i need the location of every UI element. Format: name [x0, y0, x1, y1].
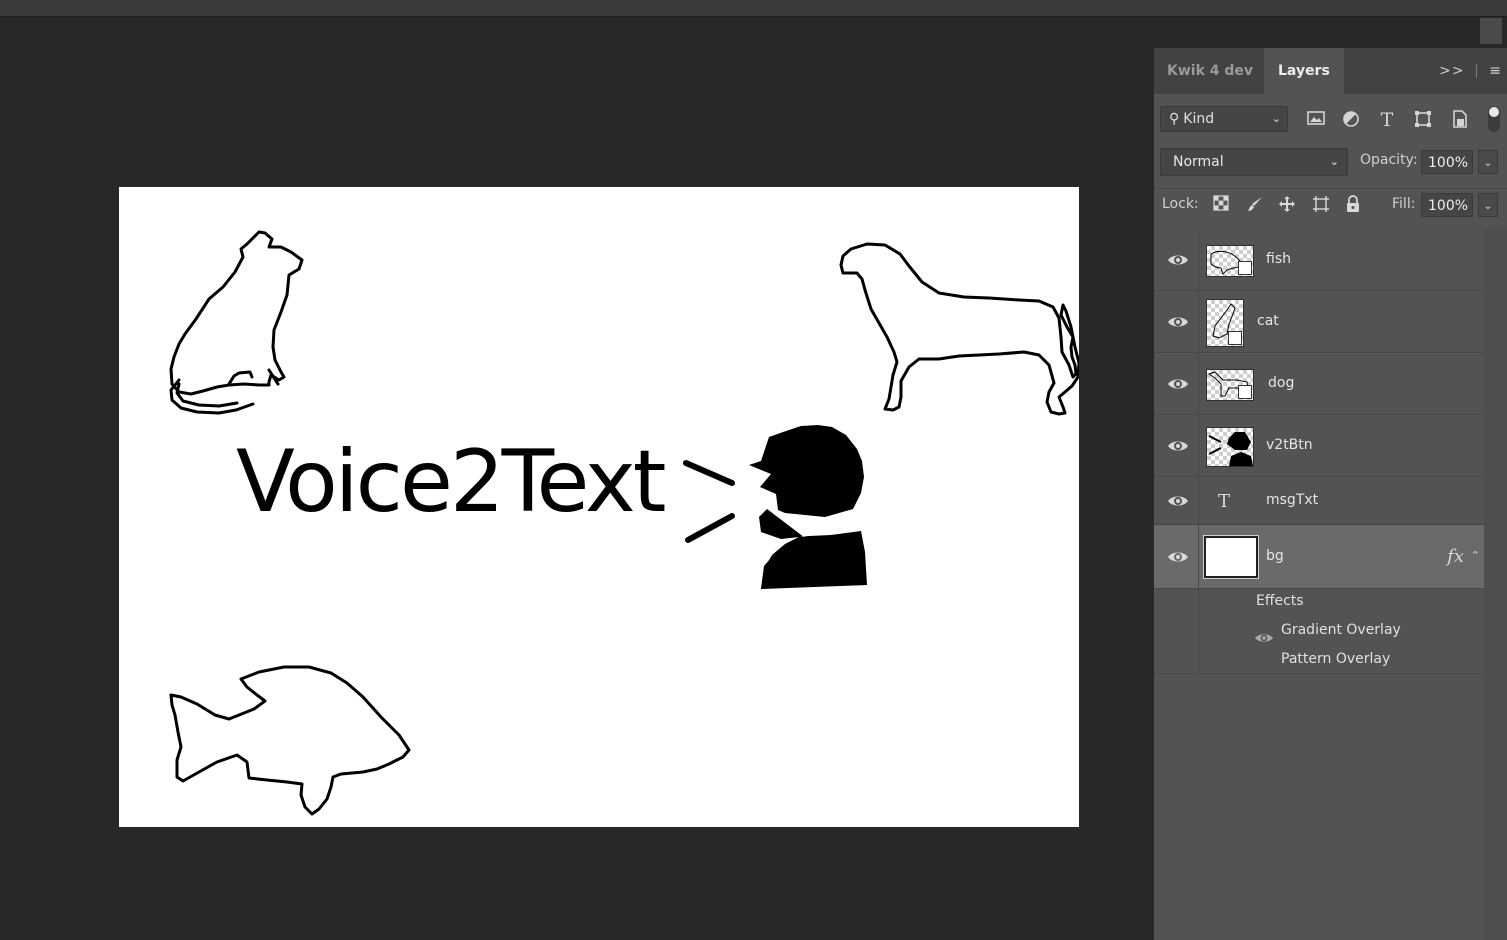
- dog-layer-thumbnail[interactable]: [1206, 368, 1254, 401]
- layer-filter-row: ⚲ Kind ⌄ T: [1154, 98, 1507, 140]
- tab-layers[interactable]: Layers: [1264, 48, 1344, 94]
- chevron-up-icon[interactable]: ⌃: [1471, 549, 1480, 562]
- lock-all-icon[interactable]: [1343, 195, 1363, 215]
- cat-shape: [169, 230, 304, 415]
- visibility-cell: [1154, 353, 1199, 414]
- smart-object-badge-icon: [1238, 384, 1252, 399]
- effect-pattern-overlay[interactable]: Pattern Overlay: [1281, 651, 1390, 667]
- layer-row-dog[interactable]: dog: [1154, 353, 1484, 415]
- shape-filter-icon[interactable]: [1413, 110, 1433, 130]
- visibility-cell: [1154, 525, 1199, 588]
- layer-row-fish[interactable]: fish: [1154, 229, 1484, 291]
- kind-filter-dropdown[interactable]: ⚲ Kind ⌄: [1160, 106, 1288, 132]
- layer-effects-group: Effects Gradient Overlay Pattern Overlay: [1154, 589, 1484, 674]
- filter-toggle[interactable]: [1488, 106, 1500, 132]
- header-divider: |: [1474, 63, 1480, 79]
- tab-kwik-4-dev[interactable]: Kwik 4 dev: [1154, 48, 1266, 94]
- type-filter-icon[interactable]: T: [1377, 110, 1397, 130]
- fx-icon[interactable]: fx: [1447, 546, 1464, 567]
- chevron-down-icon: ⌄: [1329, 155, 1339, 168]
- voice2text-headline: Voice2Text: [236, 432, 667, 532]
- smart-object-badge-icon: [1228, 330, 1242, 345]
- opacity-label: Opacity:: [1360, 152, 1418, 168]
- fish-shape: [169, 665, 411, 816]
- image-filter-icon[interactable]: [1306, 110, 1326, 130]
- effect-eye-icon[interactable]: [1254, 631, 1274, 645]
- layer-row-bg[interactable]: bg fx ⌃: [1154, 525, 1484, 589]
- opacity-chevron-icon[interactable]: ⌄: [1478, 150, 1498, 174]
- visibility-cell: [1154, 477, 1199, 524]
- layers-panel-scrollbar[interactable]: [1484, 229, 1507, 940]
- cat-layer-thumbnail[interactable]: [1206, 298, 1244, 347]
- text-layer-icon: T: [1218, 490, 1231, 512]
- kind-filter-label: Kind: [1183, 111, 1215, 127]
- lock-image-pixels-icon[interactable]: [1245, 195, 1265, 215]
- layer-name[interactable]: dog: [1268, 375, 1294, 391]
- fill-input[interactable]: 100%: [1421, 193, 1473, 217]
- layer-name[interactable]: bg: [1266, 548, 1284, 564]
- chevron-down-icon: ⌄: [1271, 112, 1281, 125]
- fish-layer-thumbnail[interactable]: [1206, 244, 1254, 277]
- fill-label: Fill:: [1392, 196, 1416, 212]
- lock-position-icon[interactable]: [1277, 195, 1297, 215]
- layers-list: fish cat dog v2tBtn T msgTxt bg fx ⌃ Eff…: [1154, 229, 1484, 674]
- eye-icon[interactable]: [1167, 252, 1189, 268]
- opacity-input[interactable]: 100%: [1421, 150, 1473, 174]
- document-scrollbar-thumb[interactable]: [1480, 18, 1502, 44]
- search-icon: ⚲: [1169, 111, 1180, 127]
- layer-name[interactable]: fish: [1266, 251, 1291, 267]
- panel-header-icons: >> | ≡: [1435, 63, 1502, 79]
- app-top-bar: [0, 0, 1507, 17]
- adjustment-filter-icon[interactable]: [1341, 110, 1361, 130]
- layer-row-cat[interactable]: cat: [1154, 291, 1484, 353]
- lock-transparent-pixels-icon[interactable]: [1211, 195, 1231, 215]
- eye-icon[interactable]: [1167, 549, 1189, 565]
- bg-layer-thumbnail[interactable]: [1203, 535, 1259, 579]
- layer-row-v2tbtn[interactable]: v2tBtn: [1154, 415, 1484, 477]
- smart-object-filter-icon[interactable]: [1450, 110, 1470, 130]
- lock-row: Lock: Fill: 100% ⌄: [1154, 188, 1507, 221]
- layer-row-msgtxt[interactable]: T msgTxt: [1154, 477, 1484, 525]
- document-canvas[interactable]: Voice2Text: [119, 187, 1079, 827]
- layers-panel: Kwik 4 dev Layers >> | ≡ ⚲ Kind ⌄ T Norma…: [1153, 48, 1507, 940]
- dog-shape: [839, 242, 1079, 416]
- visibility-cell: [1154, 291, 1199, 352]
- lock-artboard-icon[interactable]: [1311, 195, 1331, 215]
- v2tbtn-layer-thumbnail[interactable]: [1206, 426, 1254, 467]
- blend-mode-value: Normal: [1173, 154, 1224, 170]
- layer-name[interactable]: cat: [1257, 313, 1279, 329]
- panel-menu-icon[interactable]: ≡: [1489, 63, 1502, 79]
- panel-header: Kwik 4 dev Layers >> | ≡: [1154, 48, 1507, 94]
- layer-name[interactable]: msgTxt: [1266, 492, 1318, 508]
- eye-icon[interactable]: [1167, 314, 1189, 330]
- visibility-cell: [1154, 589, 1199, 673]
- speaker-shape: [683, 425, 867, 589]
- layer-name[interactable]: v2tBtn: [1266, 437, 1313, 453]
- lock-label: Lock:: [1162, 196, 1199, 212]
- fill-chevron-icon[interactable]: ⌄: [1478, 193, 1498, 217]
- eye-icon[interactable]: [1167, 438, 1189, 454]
- eye-icon[interactable]: [1167, 376, 1189, 392]
- double-chevron-right-icon[interactable]: >>: [1439, 63, 1464, 79]
- eye-icon[interactable]: [1167, 493, 1189, 509]
- visibility-cell: [1154, 229, 1199, 290]
- effects-label[interactable]: Effects: [1256, 593, 1304, 609]
- smart-object-badge-icon: [1238, 260, 1252, 275]
- blend-mode-dropdown[interactable]: Normal ⌄: [1160, 148, 1348, 176]
- blend-row: Normal ⌄ Opacity: 100% ⌄: [1154, 146, 1507, 178]
- effect-gradient-overlay[interactable]: Gradient Overlay: [1281, 622, 1401, 638]
- visibility-cell: [1154, 415, 1199, 476]
